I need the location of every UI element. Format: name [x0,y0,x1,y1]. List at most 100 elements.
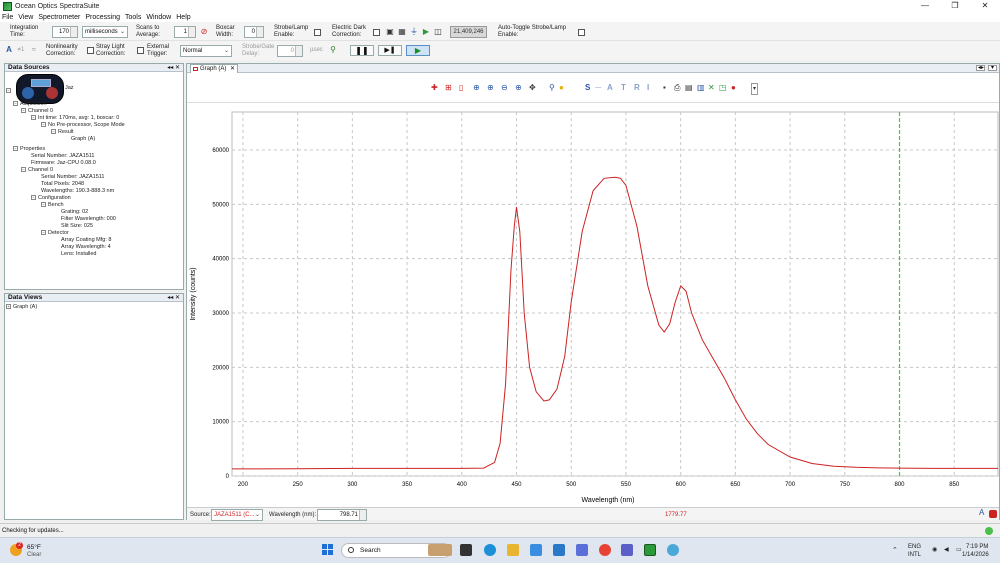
record-icon[interactable]: ● [731,83,736,93]
save-icon[interactable]: ▪ [663,83,666,93]
auto-toggle-strobe-checkbox[interactable] [578,29,585,36]
tree-node-int-time[interactable]: − Int time: 170ms, avg: 1, boxcar: 0 [31,115,119,122]
strobe-lamp-enable-checkbox[interactable] [314,29,321,36]
copy-icon[interactable]: ▤ [685,83,693,93]
marker-icon[interactable]: ⚲ [549,83,555,93]
tree-node-acquisition[interactable]: − Acquisition [13,101,47,108]
wifi-icon[interactable]: ◉ [932,546,937,553]
lamp-icon[interactable]: ⚲ [328,45,338,55]
stray-light-correction-checkbox[interactable] [137,47,144,54]
close-button[interactable]: ✕ [970,0,1000,12]
zoom-fit-icon[interactable]: ⊕ [515,83,522,93]
device-label[interactable]: Jaz [65,85,74,92]
wave-icon[interactable]: ≈ [29,45,39,55]
text-a-icon[interactable]: A [4,45,14,55]
tray-expand-icon[interactable]: ⌃ [892,546,898,554]
file-explorer-icon[interactable] [507,544,519,556]
scope-s-icon[interactable]: S [585,83,590,93]
menu-window[interactable]: Window [146,14,171,21]
scope-mode-icon[interactable]: ▶ [421,27,431,37]
zoom-out-icon[interactable]: ⊖ [501,83,508,93]
panel-controls-icon[interactable]: ◂◂ ✕ [167,294,180,302]
delete-icon[interactable]: ▯ [459,83,463,93]
strobe-gate-delay-input[interactable]: 0 [277,45,303,57]
menu-spectrometer[interactable]: Spectrometer [38,14,80,21]
menu-view[interactable]: View [18,14,33,21]
bulb-icon[interactable]: ● [559,83,564,93]
scans-to-average-input[interactable]: 1 [174,26,196,38]
clock-date[interactable]: 1/14/2026 [962,552,989,558]
transmission-t-icon[interactable]: T [621,83,626,93]
irradiance-i-icon[interactable]: I [647,83,649,93]
tree-node-prop-channel[interactable]: − Channel 0 [21,167,53,174]
tree-node-graph[interactable]: Graph (A) [71,136,95,143]
clock-time[interactable]: 7:19 PM [966,544,988,550]
task-view-icon[interactable] [460,544,472,556]
absorbance-a-icon[interactable]: A [607,83,613,93]
photos-app-icon[interactable] [530,544,542,556]
single-acquisition-button[interactable]: ▶❚ [378,45,402,56]
tab-graph-a[interactable]: Graph (A) ✕ [190,64,238,73]
minimize-button[interactable]: — [910,0,940,12]
tab-menu-icon[interactable]: ▾ [988,65,997,71]
trigger-mode-select[interactable]: Normal ⌄ [180,45,232,57]
reflection-r-icon[interactable]: R [634,83,640,93]
tab-prev-icon[interactable]: ◂▸ [976,65,986,71]
boxcar-width-input[interactable]: 0 [244,26,264,38]
electric-dark-correction-checkbox[interactable] [373,29,380,36]
zoom-in-icon[interactable]: ⊕ [487,83,494,93]
source-select[interactable]: JAZA1511 (C... ⌄ [211,509,263,521]
menu-processing[interactable]: Processing [85,14,120,21]
weather-widget[interactable]: 2 65°F Clear [8,542,68,560]
tree-node-bench[interactable]: − Bench [41,202,64,209]
text-a-icon[interactable]: A [979,509,984,517]
crosshair-icon[interactable]: ✚ [431,83,438,93]
maximize-button[interactable]: ❐ [940,0,970,12]
tree-node-detector[interactable]: − Detector [41,230,69,237]
stop-averaging-icon[interactable]: ⊘ [199,27,209,37]
spectrasuite-taskbar-icon[interactable] [644,544,656,556]
pan-icon[interactable]: ✥ [529,83,536,93]
spectrum-chart[interactable]: 200 250 300 350 400 450 500 550 600 650 700 750 800 8… [187,104,999,507]
store-app-icon[interactable] [576,544,588,556]
globe-app-icon[interactable] [667,544,679,556]
play-button[interactable]: ▶ [406,45,430,56]
overlay-icon[interactable]: ▥ [697,83,705,93]
integration-time-input[interactable]: 170 [52,26,78,38]
nonlinearity-correction-checkbox[interactable] [87,47,94,54]
print-icon[interactable]: ⎙ [674,83,680,93]
tree-node-configuration[interactable]: − Configuration [31,195,71,202]
teams-app-icon[interactable] [621,544,633,556]
battery-icon[interactable]: ▭ [956,546,962,553]
tree-node-properties[interactable]: − Properties [13,146,45,153]
display-mode-icon[interactable]: ◫ [433,27,443,37]
tree-node-channel[interactable]: − Channel 0 [21,108,53,115]
tree-node-result[interactable]: − Result [51,129,74,136]
wavelength-input[interactable]: 798.71 [317,509,367,521]
windows-start-icon[interactable] [322,544,334,556]
convert-icon[interactable]: ✕ [708,83,715,93]
volume-icon[interactable]: ◀ [944,546,949,553]
store-reference-icon[interactable]: ▦ [397,27,407,37]
tree-node-graph-view[interactable]: + Graph (A) [6,304,37,311]
menu-tools[interactable]: Tools [125,14,141,21]
filter-icon[interactable]: ⏚ [409,27,419,37]
search-highlight-icon[interactable] [428,544,452,556]
channel-icon[interactable]: ≠1 [16,45,26,55]
chrome-browser-icon[interactable] [599,544,611,556]
store-dark-icon[interactable]: ▣ [385,27,395,37]
monitor-app-icon[interactable] [553,544,565,556]
menu-file[interactable]: File [2,14,13,21]
grid-icon[interactable]: ⊞ [445,83,452,93]
export-icon[interactable]: ◳ [719,83,727,93]
zoom-icon[interactable]: ⊕ [473,83,480,93]
peak-icon[interactable]: ⏤ [595,83,601,93]
panel-controls-icon[interactable]: ◂◂ ✕ [167,64,180,72]
close-icon[interactable]: ✕ [230,65,235,73]
pause-button[interactable]: ❚❚ [350,45,374,56]
integration-unit-select[interactable]: milliseconds ⌄ [82,26,128,38]
tree-toggle-icon[interactable]: − [6,88,13,95]
tree-node-preprocessor[interactable]: − No Pre-processor, Scope Mode [41,122,125,129]
edge-browser-icon[interactable] [484,544,496,556]
language-code[interactable]: ENG [908,544,921,550]
